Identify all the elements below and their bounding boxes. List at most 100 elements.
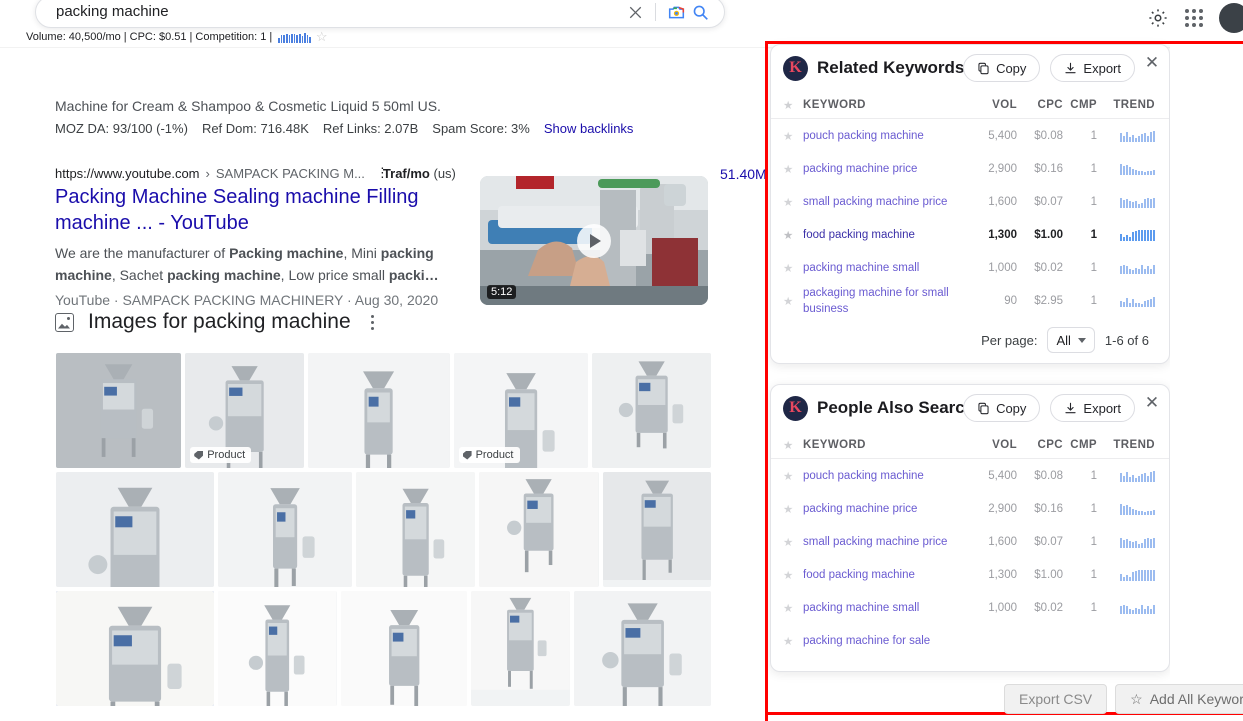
- image-thumbnail[interactable]: [602, 472, 711, 587]
- star-outline-icon[interactable]: ★: [783, 438, 803, 452]
- keyword-cpc: $1.00: [1034, 228, 1063, 241]
- result-title[interactable]: Packing Machine Sealing machine Filling …: [55, 184, 485, 236]
- watermark-badge: [516, 176, 554, 189]
- table-row[interactable]: ★ packing machine for sale: [771, 624, 1169, 657]
- image-icon: [55, 312, 74, 332]
- play-icon[interactable]: [577, 223, 611, 258]
- browser-screenshot: packing machine Volume: 40,500/mo | CPC:…: [0, 0, 1243, 721]
- moz-ref-dom: Ref Dom: 716.48K: [201, 121, 309, 136]
- table-row[interactable]: ★ packing machine price 2,900 $0.16 1: [771, 152, 1169, 185]
- table-row[interactable]: ★ packing machine small 1,000 $0.02 1: [771, 251, 1169, 284]
- table-row[interactable]: ★ packing machine small 1,000 $0.02 1: [771, 591, 1169, 624]
- column-header-cmp[interactable]: CMP: [1063, 439, 1097, 451]
- gear-icon[interactable]: [1147, 7, 1169, 29]
- show-backlinks-link[interactable]: Show backlinks: [544, 121, 634, 136]
- camera-lens-icon[interactable]: [664, 0, 688, 24]
- keyword-link[interactable]: food packing machine: [803, 227, 965, 243]
- image-thumbnail[interactable]: [340, 591, 467, 706]
- keyword-link[interactable]: packing machine price: [803, 501, 965, 517]
- column-header-trend[interactable]: TREND: [1097, 99, 1155, 111]
- per-page-select[interactable]: All: [1047, 327, 1095, 353]
- star-outline-icon[interactable]: ★: [783, 469, 803, 483]
- keyword-link[interactable]: pouch packing machine: [803, 468, 965, 484]
- keyword-volume: 1,600: [988, 195, 1017, 208]
- image-thumbnail[interactable]: [308, 353, 450, 468]
- keyword-competition: 1: [1090, 261, 1097, 274]
- column-header-trend[interactable]: TREND: [1097, 439, 1155, 451]
- table-row[interactable]: ★ pouch packing machine 5,400 $0.08 1: [771, 119, 1169, 152]
- image-thumbnail[interactable]: [356, 472, 476, 587]
- export-button[interactable]: Export: [1050, 394, 1135, 422]
- star-outline-icon[interactable]: ★: [783, 601, 803, 615]
- column-header-keyword[interactable]: KEYWORD: [803, 439, 965, 451]
- image-thumbnail[interactable]: [56, 353, 182, 468]
- column-header-vol[interactable]: VOL: [965, 439, 1017, 451]
- keyword-link[interactable]: packing machine price: [803, 161, 965, 177]
- image-thumbnail[interactable]: [591, 353, 711, 468]
- image-thumbnail[interactable]: [218, 472, 353, 587]
- copy-label: Copy: [996, 400, 1027, 416]
- keyword-link[interactable]: packing machine small: [803, 260, 965, 276]
- keyword-link[interactable]: small packing machine price: [803, 534, 965, 550]
- divider: [655, 3, 656, 21]
- keyword-link[interactable]: food packing machine: [803, 567, 965, 583]
- image-thumbnail[interactable]: Product: [453, 353, 588, 468]
- copy-button[interactable]: Copy: [963, 394, 1041, 422]
- search-icon[interactable]: [688, 0, 712, 24]
- star-outline-icon[interactable]: ★: [783, 228, 803, 242]
- keyword-link[interactable]: packaging machine for small business: [803, 285, 965, 317]
- image-thumbnail[interactable]: [470, 591, 570, 706]
- keyword-link[interactable]: pouch packing machine: [803, 128, 965, 144]
- star-outline-icon[interactable]: ★: [783, 535, 803, 549]
- column-header-keyword[interactable]: KEYWORD: [803, 99, 965, 111]
- export-button[interactable]: Export: [1050, 54, 1135, 82]
- star-outline-icon[interactable]: ★: [783, 568, 803, 582]
- keyword-link[interactable]: packing machine for sale: [803, 633, 965, 649]
- star-outline-icon[interactable]: ★: [783, 634, 803, 648]
- table-row[interactable]: ★ packaging machine for small business 90 $…: [771, 284, 1169, 317]
- trend-sparkline: [1120, 502, 1155, 515]
- star-outline-icon[interactable]: ★: [783, 195, 803, 209]
- keyword-link[interactable]: small packing machine price: [803, 194, 965, 210]
- kebab-menu-icon[interactable]: [365, 313, 381, 331]
- image-thumbnail[interactable]: [573, 591, 711, 706]
- table-header-row: ★ KEYWORD VOL CPC CMP TREND: [771, 91, 1169, 119]
- star-outline-icon[interactable]: ★: [783, 129, 803, 143]
- star-outline-icon[interactable]: ★: [783, 502, 803, 516]
- star-outline-icon[interactable]: ★: [783, 261, 803, 275]
- column-header-cpc[interactable]: CPC: [1017, 439, 1063, 451]
- column-header-vol[interactable]: VOL: [965, 99, 1017, 111]
- apps-grid-icon[interactable]: [1185, 9, 1203, 27]
- keyword-link[interactable]: packing machine small: [803, 600, 965, 616]
- table-row[interactable]: ★ small packing machine price 1,600 $0.07 1: [771, 185, 1169, 218]
- add-all-keywords-button[interactable]: ☆ Add All Keywords: [1115, 684, 1243, 714]
- image-thumbnail[interactable]: [56, 472, 215, 587]
- copy-button[interactable]: Copy: [963, 54, 1041, 82]
- close-icon[interactable]: [623, 0, 647, 24]
- keyword-competition: 1: [1090, 601, 1097, 614]
- panel-title: Related Keywords: [817, 58, 965, 77]
- search-input[interactable]: packing machine: [56, 0, 623, 27]
- image-thumbnail[interactable]: [218, 591, 337, 706]
- avatar[interactable]: [1219, 3, 1243, 33]
- star-outline-icon[interactable]: ☆: [316, 29, 328, 45]
- keyword-volume: 1,000: [988, 261, 1017, 274]
- search-box[interactable]: packing machine: [35, 0, 725, 28]
- table-row[interactable]: ★ food packing machine 1,300 $1.00 1: [771, 558, 1169, 591]
- table-row[interactable]: ★ small packing machine price 1,600 $0.07 1: [771, 525, 1169, 558]
- star-outline-icon[interactable]: ★: [783, 294, 803, 308]
- image-thumbnail[interactable]: [56, 591, 215, 706]
- table-row[interactable]: ★ food packing machine 1,300 $1.00 1: [771, 218, 1169, 251]
- column-header-cpc[interactable]: CPC: [1017, 99, 1063, 111]
- video-thumbnail[interactable]: 5:12: [480, 176, 708, 305]
- image-thumbnail[interactable]: Product: [185, 353, 305, 468]
- table-row[interactable]: ★ packing machine price 2,900 $0.16 1: [771, 492, 1169, 525]
- image-thumbnail[interactable]: [479, 472, 599, 587]
- star-outline-icon[interactable]: ★: [783, 98, 803, 112]
- close-icon[interactable]: ✕: [1143, 394, 1161, 413]
- table-row[interactable]: ★ pouch packing machine 5,400 $0.08 1: [771, 459, 1169, 492]
- export-csv-button[interactable]: Export CSV: [1004, 684, 1108, 714]
- star-outline-icon[interactable]: ★: [783, 162, 803, 176]
- column-header-cmp[interactable]: CMP: [1063, 99, 1097, 111]
- close-icon[interactable]: ✕: [1143, 54, 1161, 73]
